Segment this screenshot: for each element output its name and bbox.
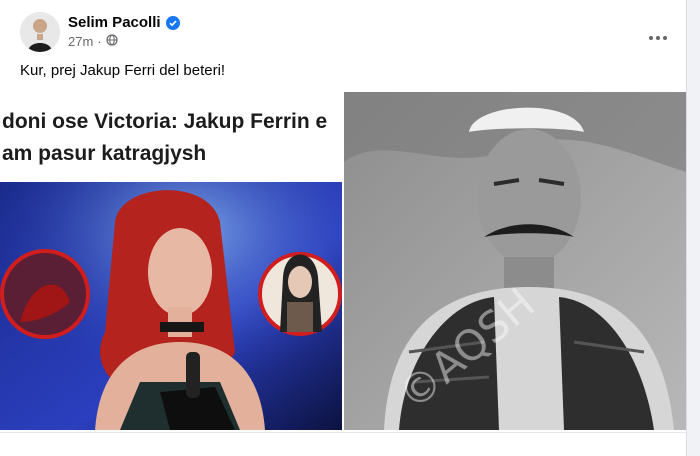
- headline-line-1: doni ose Victoria: Jakup Ferrin e: [2, 110, 328, 133]
- post-meta: 27m ·: [68, 34, 118, 49]
- stage-illustration: [0, 182, 342, 430]
- post-header: Selim Pacolli 27m ·: [20, 10, 670, 54]
- post-media[interactable]: doni ose Victoria: Jakup Ferrin e am pas…: [0, 92, 686, 430]
- post-footer-divider: [0, 432, 686, 433]
- author-row: Selim Pacolli: [68, 14, 180, 31]
- portrait-illustration: ©AQSH: [344, 92, 686, 430]
- avatar[interactable]: [20, 12, 60, 52]
- avatar-image: [20, 12, 60, 52]
- stage-photo: [0, 182, 342, 430]
- verified-badge-icon: [165, 15, 180, 30]
- article-headline: doni ose Victoria: Jakup Ferrin e am pas…: [2, 106, 342, 170]
- news-screenshot-image[interactable]: doni ose Victoria: Jakup Ferrin e am pas…: [0, 92, 342, 430]
- separator-dot: ·: [97, 34, 102, 49]
- historical-portrait-image[interactable]: ©AQSH: [344, 92, 686, 430]
- post-text: Kur, prej Jakup Ferri del beteri!: [20, 62, 226, 79]
- more-options-icon[interactable]: [640, 20, 676, 56]
- headline-line-2: am pasur katragjysh: [2, 142, 207, 165]
- globe-icon[interactable]: [106, 34, 118, 49]
- post-card: Selim Pacolli 27m · Kur, prej Jakup Ferr…: [0, 0, 687, 456]
- author-name[interactable]: Selim Pacolli: [68, 14, 161, 31]
- post-time[interactable]: 27m: [68, 34, 93, 49]
